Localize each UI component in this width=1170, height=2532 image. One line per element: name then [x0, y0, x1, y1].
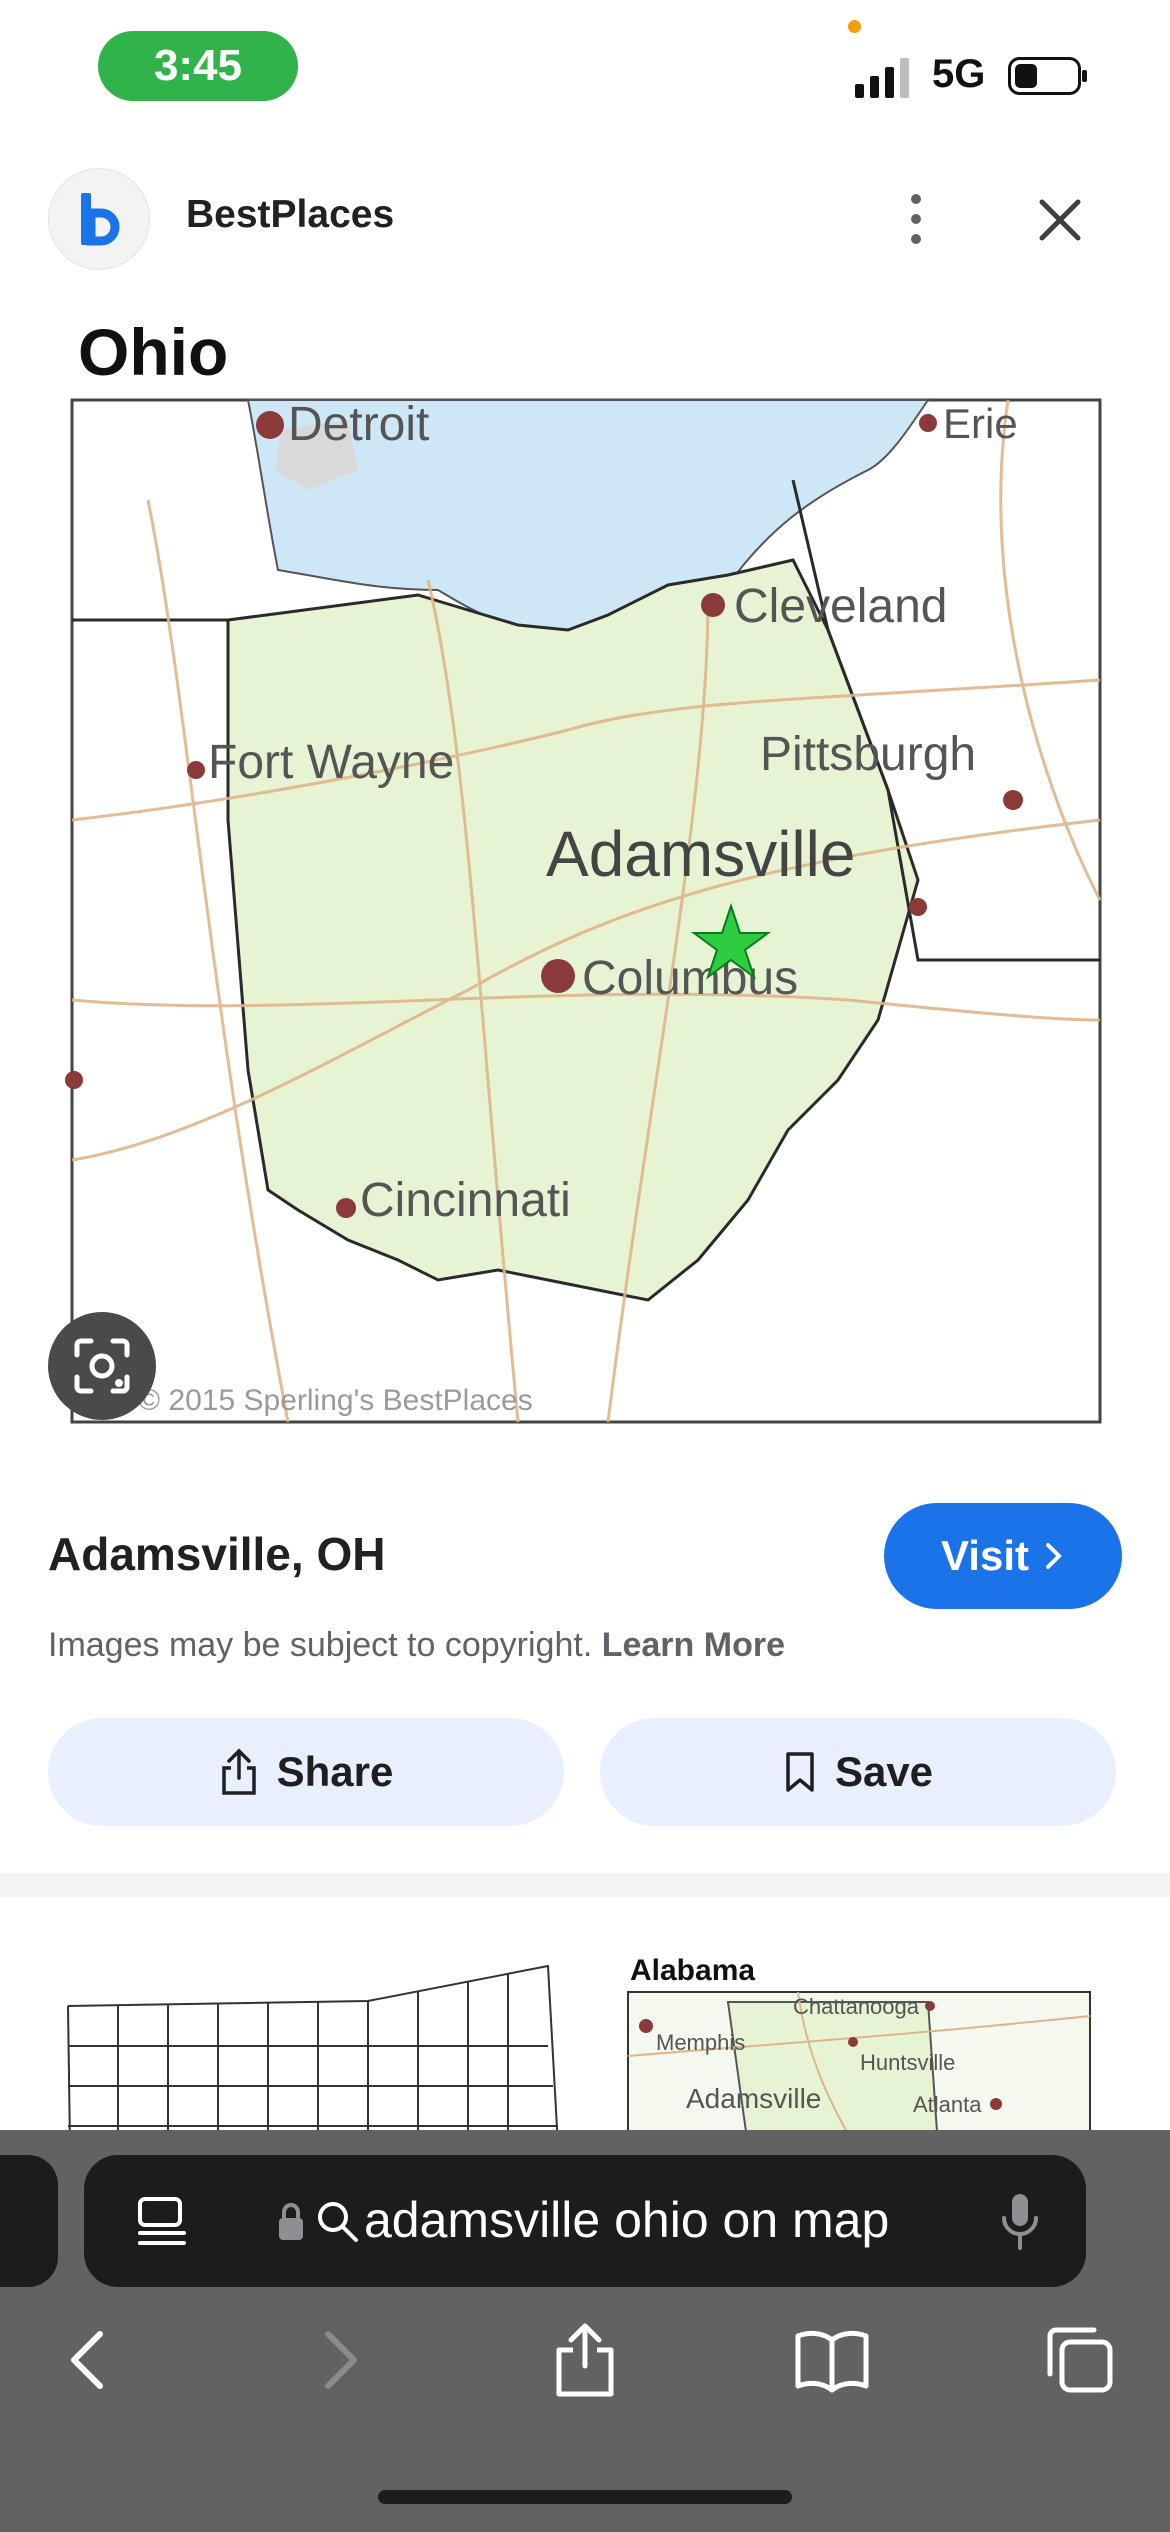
lens-search-button[interactable] [48, 1312, 156, 1420]
visit-label: Visit [941, 1532, 1029, 1579]
home-indicator[interactable] [378, 2490, 792, 2504]
related-map-label: Huntsville [860, 2050, 955, 2075]
site-name[interactable]: BestPlaces [186, 193, 394, 237]
network-type: 5G [932, 52, 986, 96]
city-label: Pittsburgh [760, 728, 976, 781]
section-divider [0, 1873, 1170, 1897]
save-button[interactable]: Save [600, 1718, 1116, 1826]
dot-icon [911, 234, 921, 244]
previous-tab-preview[interactable] [0, 2155, 58, 2287]
battery-icon [1008, 57, 1087, 95]
url-text[interactable]: adamsville ohio on map [364, 2191, 889, 2249]
city-marker [187, 761, 205, 779]
learn-more-link[interactable]: Learn More [602, 1626, 785, 1664]
share-icon [221, 1748, 256, 1795]
city-marker [919, 414, 937, 432]
city-marker [541, 959, 575, 993]
status-time: 3:45 [98, 31, 298, 101]
bookmark-icon [786, 1752, 814, 1792]
city-label: Fort Wayne [208, 736, 454, 789]
city-label: Adamsville [546, 818, 855, 890]
bestplaces-logo-icon [81, 193, 120, 246]
copyright-notice: Images may be subject to copyright. Lear… [48, 1626, 785, 1665]
save-label: Save [834, 1748, 934, 1795]
tab-overview-icon[interactable] [134, 2193, 190, 2249]
related-map-label: Memphis [656, 2030, 745, 2055]
share-label: Share [276, 1748, 394, 1795]
city-marker [65, 1071, 83, 1089]
chevron-right-icon [1045, 1543, 1062, 1569]
related-map-label: Atlanta [913, 2092, 982, 2117]
map-watermark: © 2015 Sperling's BestPlaces [138, 1384, 533, 1417]
map-title: Ohio [78, 315, 228, 389]
result-image[interactable]: Ohio Detroit Erie Cleveland Fort Wayne P… [48, 300, 1122, 1430]
share-sheet-icon[interactable] [545, 2320, 625, 2400]
visit-button[interactable]: Visit [884, 1503, 1122, 1609]
city-label: Cleveland [734, 580, 947, 633]
forward-icon[interactable] [300, 2320, 380, 2400]
related-map-title: Alabama [630, 1954, 755, 1987]
city-label: Erie [943, 400, 1018, 447]
dot-icon [911, 194, 921, 204]
related-image-alabama-map: Alabama Chattanooga Memphis Huntsville A… [598, 1946, 1122, 2146]
copyright-text: Images may be subject to copyright. [48, 1626, 602, 1664]
lens-camera-icon [74, 1338, 130, 1394]
related-map-label: Chattanooga [793, 1994, 920, 2019]
city-marker [336, 1198, 356, 1218]
city-marker [256, 411, 284, 439]
related-result-card[interactable] [48, 1946, 572, 2146]
site-favicon[interactable] [48, 168, 150, 270]
lock-icon [279, 2203, 303, 2240]
cellular-signal-icon [855, 58, 909, 98]
city-label: Detroit [288, 398, 429, 451]
city-label: Columbus [582, 952, 798, 1005]
related-result-card[interactable]: Alabama Chattanooga Memphis Huntsville A… [598, 1946, 1122, 2146]
bookmarks-icon[interactable] [792, 2320, 872, 2400]
result-title: Adamsville, OH [48, 1528, 386, 1580]
share-button[interactable]: Share [48, 1718, 564, 1826]
more-options-button[interactable] [886, 180, 946, 258]
dot-icon [911, 214, 921, 224]
privacy-indicator-dot [848, 20, 861, 33]
ohio-map: Ohio Detroit Erie Cleveland Fort Wayne P… [65, 315, 1102, 1424]
related-map-label: Adamsville [686, 2083, 821, 2114]
search-icon [318, 2202, 358, 2242]
tabs-icon[interactable] [1040, 2320, 1120, 2400]
city-marker [701, 593, 725, 617]
city-marker [909, 898, 927, 916]
city-label: Cincinnati [360, 1174, 571, 1227]
close-icon[interactable] [1030, 190, 1090, 250]
related-image-ohio-counties [48, 1946, 572, 2146]
city-marker [1003, 790, 1023, 810]
microphone-icon[interactable] [998, 2190, 1042, 2254]
back-icon[interactable] [48, 2320, 128, 2400]
